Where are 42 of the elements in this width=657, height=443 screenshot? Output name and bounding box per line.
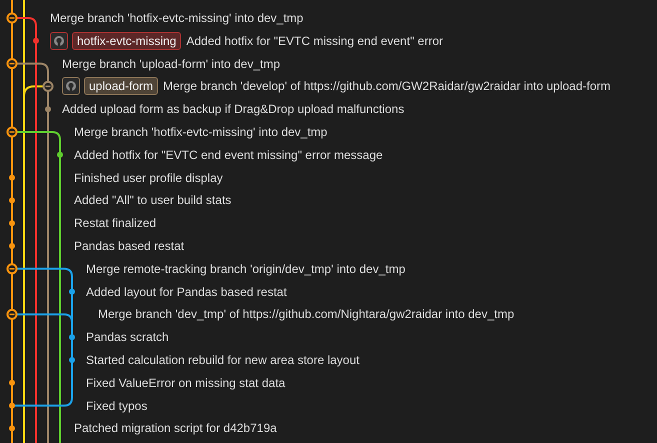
commit-dot[interactable]	[9, 243, 15, 249]
commit-message[interactable]: Added upload form as backup if Drag&Drop upload malfunctions	[62, 101, 404, 118]
commit-dot[interactable]	[69, 288, 75, 295]
merge-node[interactable]	[6, 308, 18, 320]
commit-dot[interactable]	[45, 106, 51, 112]
commit-dot[interactable]	[9, 220, 15, 226]
branch-tag[interactable]: upload-form	[84, 77, 158, 96]
commit-dot[interactable]	[9, 174, 15, 181]
merge-node[interactable]	[6, 12, 18, 24]
commit-message[interactable]: Patched migration script for d42b719a	[74, 420, 277, 436]
commit-message[interactable]: Pandas based restat	[74, 238, 184, 254]
commit-message[interactable]: Merge branch 'develop' of https://github.com/GW2Raidar/gw2raidar into upload-form	[163, 78, 611, 94]
commit-message[interactable]: Fixed typos	[86, 398, 148, 414]
commit-message[interactable]: Merge branch 'hotfix-evtc-missing' into dev_tmp	[50, 10, 304, 26]
commit-message[interactable]: Merge branch 'upload-form' into dev_tmp	[62, 56, 280, 72]
commit-dot[interactable]	[9, 425, 15, 432]
merge-node[interactable]	[6, 263, 18, 274]
commit-dot[interactable]	[9, 380, 15, 386]
commit-message[interactable]: Merge branch 'hotfix-evtc-missing' into dev_tmp	[74, 124, 328, 140]
commit-message[interactable]: Started calculation rebuild for new area store layout	[86, 352, 360, 368]
commit-message[interactable]: Added hotfix for "EVTC end event missing" error message	[74, 146, 383, 163]
commit-dot[interactable]	[9, 197, 15, 204]
commit-dot[interactable]	[9, 402, 15, 409]
commit-message[interactable]: Pandas scratch	[86, 329, 169, 346]
commit-message[interactable]: Added "All" to user build stats	[74, 192, 232, 208]
commit-message[interactable]: Merge remote-tracking branch 'origin/dev_tmp' into dev_tmp	[86, 260, 406, 277]
branch-tag[interactable]: hotfix-evtc-missing	[72, 32, 182, 50]
commit-message[interactable]: Fixed ValueError on missing stat data	[86, 374, 286, 391]
commit-dot[interactable]	[57, 152, 63, 158]
merge-node[interactable]	[6, 126, 18, 138]
commit-dot[interactable]	[69, 334, 75, 340]
commit-message[interactable]: Added layout for Pandas based restat	[86, 284, 287, 300]
commit-message[interactable]: Added hotfix for "EVTC missing end event" error	[186, 32, 443, 49]
commit-dot[interactable]	[33, 38, 39, 44]
commit-message[interactable]: Restat finalized	[74, 215, 156, 232]
commit-message[interactable]: Merge branch 'dev_tmp' of https://github.com/Nightara/gw2raidar into dev_tmp	[98, 306, 514, 322]
merge-node[interactable]	[42, 80, 54, 92]
github-icon	[62, 77, 80, 96]
merge-node[interactable]	[6, 58, 18, 70]
commit-dot[interactable]	[69, 357, 75, 363]
commit-message[interactable]: Finished user profile display	[74, 170, 223, 186]
github-icon	[50, 32, 68, 50]
